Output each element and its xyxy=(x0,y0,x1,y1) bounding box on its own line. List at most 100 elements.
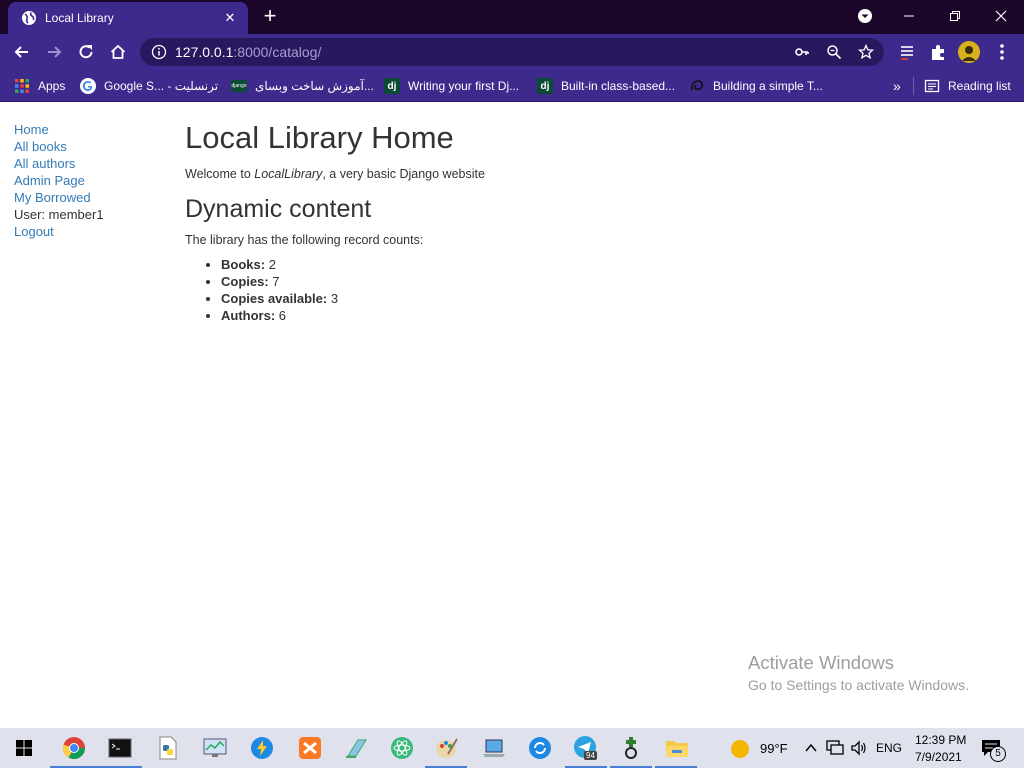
windows-taskbar: 94 99°F ENG 12:39 PM 7/9/2021 5 xyxy=(0,728,1024,768)
star-icon[interactable] xyxy=(858,44,874,60)
taskbar-laptop-app[interactable] xyxy=(480,734,508,762)
taskbar-flash-app[interactable] xyxy=(248,734,276,762)
bookmarks-divider xyxy=(913,77,914,95)
lightning-icon xyxy=(251,737,273,759)
taskbar-file-explorer[interactable] xyxy=(663,734,691,762)
activate-windows-watermark: Activate Windows Go to Settings to activ… xyxy=(748,651,969,695)
count-label: Copies available: xyxy=(221,291,328,306)
watermark-title: Activate Windows xyxy=(748,652,894,673)
restore-button[interactable] xyxy=(932,0,978,32)
reading-list-icon xyxy=(924,79,940,93)
welcome-text: Welcome to LocalLibrary, a very basic Dj… xyxy=(185,166,485,182)
welcome-prefix: Welcome to xyxy=(185,167,255,181)
reading-list-button[interactable]: Reading list xyxy=(924,76,1011,96)
bookmark-writing-first-django[interactable]: dj Writing your first Dj... xyxy=(384,76,519,96)
close-window-button[interactable] xyxy=(978,0,1024,32)
terminal-icon xyxy=(108,738,132,758)
volume-icon[interactable] xyxy=(850,740,868,756)
folder-icon xyxy=(666,741,688,757)
apps-grid-icon xyxy=(15,79,29,93)
sidebar-link-home[interactable]: Home xyxy=(14,121,104,138)
count-label: Books: xyxy=(221,257,266,272)
sidebar-link-my-borrowed[interactable]: My Borrowed xyxy=(14,189,104,206)
count-value: 6 xyxy=(278,308,287,323)
taskbar-telegram[interactable]: 94 xyxy=(572,734,600,762)
sidebar-link-all-authors[interactable]: All authors xyxy=(14,155,104,172)
address-bar[interactable]: 127.0.0.1:8000/catalog/ xyxy=(140,38,884,66)
forward-button[interactable] xyxy=(40,38,68,66)
bookmark-google-translate[interactable]: Google S... - ترنسلیت xyxy=(80,76,218,96)
key-icon[interactable] xyxy=(794,44,810,60)
count-value: 7 xyxy=(272,274,280,289)
zoom-icon[interactable] xyxy=(826,44,842,60)
taskbar-atom[interactable] xyxy=(388,734,416,762)
chevron-up-icon[interactable] xyxy=(804,742,818,754)
bookmark-label: Google S... - ترنسلیت xyxy=(104,79,219,93)
taskbar-chrome[interactable] xyxy=(60,734,88,762)
taskbar-paint[interactable] xyxy=(433,734,461,762)
close-icon xyxy=(995,10,1007,22)
clock-date[interactable]: 7/9/2021 xyxy=(915,750,962,764)
count-label: Copies: xyxy=(221,274,269,289)
weather-temperature[interactable]: 99°F xyxy=(760,741,788,756)
tab-local-library[interactable]: Local Library ✕ xyxy=(8,2,248,34)
home-icon xyxy=(110,44,126,59)
tab-search-button[interactable] xyxy=(842,0,888,32)
dynamic-content-heading: Dynamic content xyxy=(185,195,372,223)
windows-logo-icon xyxy=(16,740,32,756)
swirl-icon xyxy=(691,80,703,91)
tab-title: Local Library xyxy=(45,11,114,25)
bookmark-persian-tutorial[interactable]: django آموزش ساخت وبسای... xyxy=(231,76,374,96)
xampp-icon xyxy=(299,737,321,759)
bookmark-building-simple[interactable]: Building a simple T... xyxy=(689,76,823,96)
sidebar-link-admin-page[interactable]: Admin Page xyxy=(14,172,104,189)
back-button[interactable] xyxy=(8,38,36,66)
chevron-down-circle-icon xyxy=(858,9,872,23)
home-button[interactable] xyxy=(104,38,132,66)
sidebar-nav: Home All books All authors Admin Page My… xyxy=(14,121,104,240)
avatar[interactable] xyxy=(958,41,980,63)
watermark-subtitle: Go to Settings to activate Windows. xyxy=(748,677,969,693)
count-value: 3 xyxy=(330,291,339,306)
main-content: Local Library Home Welcome to LocalLibra… xyxy=(185,119,485,324)
taskbar-terminal[interactable] xyxy=(106,734,134,762)
chrome-icon xyxy=(62,737,85,759)
reload-button[interactable] xyxy=(72,38,100,66)
sidebar-link-logout[interactable]: Logout xyxy=(14,223,104,240)
arrow-left-icon xyxy=(14,46,28,58)
extensions-icon[interactable] xyxy=(928,42,948,62)
taskbar-sync-app[interactable] xyxy=(526,734,554,762)
taskbar-git-app[interactable] xyxy=(617,734,645,762)
notification-count: 5 xyxy=(990,746,1006,762)
list-item: Copies available: 3 xyxy=(221,290,485,307)
minimize-button[interactable] xyxy=(886,0,932,32)
more-menu-icon[interactable] xyxy=(992,42,1012,62)
tab-close-icon[interactable]: ✕ xyxy=(220,10,240,26)
reading-list-icon[interactable] xyxy=(897,42,917,62)
sidebar-link-all-books[interactable]: All books xyxy=(14,138,104,155)
bookmark-class-based-views[interactable]: dj Built-in class-based... xyxy=(537,76,675,96)
input-language[interactable]: ENG xyxy=(876,741,902,755)
dj-icon: dj xyxy=(384,78,400,94)
welcome-suffix: , a very basic Django website xyxy=(322,167,485,181)
taskbar-xampp[interactable] xyxy=(296,734,324,762)
minimize-icon xyxy=(904,15,914,17)
info-icon[interactable] xyxy=(151,44,167,60)
network-icon[interactable] xyxy=(826,740,844,756)
taskbar-performance-monitor[interactable] xyxy=(201,734,229,762)
taskbar-python[interactable] xyxy=(154,734,182,762)
laptop-icon xyxy=(483,739,505,757)
django-icon: django xyxy=(231,80,247,92)
clock-time[interactable]: 12:39 PM xyxy=(915,733,966,747)
restore-icon xyxy=(950,11,960,21)
telegram-badge: 94 xyxy=(584,751,597,760)
arrow-right-icon xyxy=(48,46,62,58)
bookmarks-more-button[interactable]: » xyxy=(893,76,901,96)
taskbar-notes[interactable] xyxy=(342,734,370,762)
new-tab-button[interactable]: + xyxy=(258,5,282,29)
paint-palette-icon xyxy=(436,738,458,758)
globe-icon xyxy=(22,11,36,25)
start-button[interactable] xyxy=(10,734,38,762)
notifications-button[interactable]: 5 xyxy=(980,738,1008,762)
bookmark-apps[interactable]: Apps xyxy=(14,76,65,96)
